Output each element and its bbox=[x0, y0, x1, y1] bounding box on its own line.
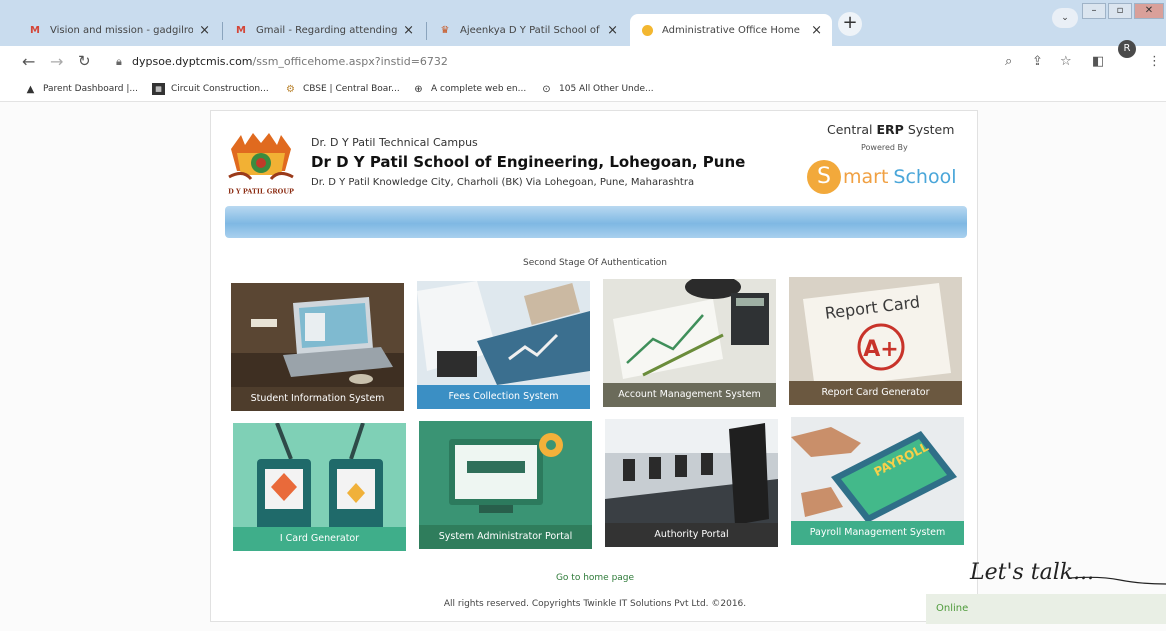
back-icon[interactable]: ← bbox=[22, 52, 35, 71]
tile-caption: Account Management System bbox=[603, 383, 776, 407]
tile-account-management-system[interactable]: Account Management System bbox=[603, 279, 776, 407]
dy-patil-logo: D Y PATIL GROUP bbox=[223, 131, 299, 197]
smart-school-logo: S mart School bbox=[807, 160, 957, 194]
school-crest-icon: ♛ bbox=[440, 24, 450, 36]
close-tab-icon[interactable]: × bbox=[607, 23, 618, 38]
bookmark-item[interactable]: ⊕ A complete web en... bbox=[412, 83, 526, 95]
browser-tab[interactable]: M Vision and mission - gadgilrohin × bbox=[18, 14, 220, 46]
close-tab-icon[interactable]: × bbox=[403, 23, 414, 38]
share-icon[interactable]: ⇪ bbox=[1032, 54, 1043, 69]
reload-icon[interactable]: ↻ bbox=[78, 52, 91, 70]
tile-payroll-management-system[interactable]: PAYROLL Payroll Management System bbox=[791, 417, 964, 545]
side-panel-icon[interactable]: ◧ bbox=[1092, 54, 1104, 69]
zoom-icon[interactable]: ⌕ bbox=[1005, 54, 1012, 69]
tab-separator bbox=[222, 22, 223, 40]
link-icon: ⊙ bbox=[542, 83, 551, 95]
bookmarks-bar: ▲ Parent Dashboard |... ▦ Circuit Constr… bbox=[0, 78, 1166, 102]
dashboard-icon: ▲ bbox=[26, 83, 35, 95]
erp-title: Central ERP System bbox=[827, 122, 955, 137]
tile-caption: Payroll Management System bbox=[791, 521, 964, 545]
profile-avatar[interactable]: R bbox=[1118, 40, 1136, 58]
report-card-grade: A+ bbox=[863, 337, 898, 362]
phet-icon: ▦ bbox=[152, 83, 165, 95]
globe-icon: ⊕ bbox=[414, 83, 423, 95]
tile-fees-collection-system[interactable]: Fees Collection System bbox=[417, 281, 590, 409]
go-to-home-link[interactable]: Go to home page bbox=[211, 573, 979, 583]
tile-system-administrator-portal[interactable]: System Administrator Portal bbox=[419, 421, 592, 549]
tile-report-card-generator[interactable]: Report Card A+ Report Card Generator bbox=[789, 277, 962, 405]
minimize-icon[interactable]: – bbox=[1082, 3, 1106, 19]
bookmark-item[interactable]: ▲ Parent Dashboard |... bbox=[24, 83, 138, 95]
copyright-text: All rights reserved. Copyrights Twinkle … bbox=[443, 599, 747, 609]
bookmark-item[interactable]: ⚙ CBSE | Central Boar... bbox=[284, 83, 400, 95]
close-window-icon[interactable]: ✕ bbox=[1134, 3, 1164, 19]
bookmark-item[interactable]: ⊙ 105 All Other Unde... bbox=[540, 83, 653, 95]
logo-caption: D Y PATIL GROUP bbox=[228, 188, 294, 196]
close-tab-icon[interactable]: × bbox=[199, 23, 210, 38]
address-bar[interactable]: dypsoe.dyptcmis.com/ssm_officehome.aspx?… bbox=[132, 55, 448, 68]
gmail-icon: M bbox=[30, 24, 40, 36]
new-tab-button[interactable]: + bbox=[838, 12, 862, 36]
tile-student-information-system[interactable]: Student Information System bbox=[231, 283, 404, 411]
powered-by-label: Powered By bbox=[861, 143, 908, 152]
tile-caption: System Administrator Portal bbox=[419, 525, 592, 549]
gmail-icon: M bbox=[236, 24, 246, 36]
office-home-panel: D Y PATIL GROUP Dr. D Y Patil Technical … bbox=[210, 110, 978, 622]
browser-tab-bar: M Vision and mission - gadgilrohin × M G… bbox=[0, 0, 1166, 46]
tile-i-card-generator[interactable]: I Card Generator bbox=[233, 423, 406, 551]
browser-tab[interactable]: M Gmail - Regarding attending the × bbox=[224, 14, 424, 46]
chat-status-bar[interactable]: Online bbox=[926, 594, 1166, 624]
cbse-icon: ⚙ bbox=[286, 83, 295, 95]
menu-icon[interactable]: ⋮ bbox=[1148, 54, 1161, 69]
tile-caption: Student Information System bbox=[231, 387, 404, 411]
chat-underline-decoration bbox=[1070, 576, 1166, 585]
tile-caption: Report Card Generator bbox=[789, 381, 962, 405]
loading-icon bbox=[640, 24, 654, 36]
lock-icon: 🔒︎ bbox=[116, 55, 122, 68]
bookmark-item[interactable]: ▦ Circuit Construction... bbox=[152, 83, 269, 95]
browser-tab-active[interactable]: Administrative Office Home × bbox=[630, 14, 832, 46]
header-banner-bar bbox=[225, 206, 967, 238]
tile-caption: Fees Collection System bbox=[417, 385, 590, 409]
tab-search-icon[interactable]: ⌄ bbox=[1052, 8, 1078, 28]
campus-name: Dr. D Y Patil Technical Campus bbox=[311, 136, 478, 149]
browser-toolbar: ← → ↻ 🔒︎ dypsoe.dyptcmis.com/ssm_officeh… bbox=[0, 46, 1166, 78]
school-address: Dr. D Y Patil Knowledge City, Charholi (… bbox=[311, 177, 695, 188]
tab-separator bbox=[426, 22, 427, 40]
browser-tab[interactable]: ♛ Ajeenkya D Y Patil School of Eng × bbox=[428, 14, 628, 46]
forward-icon[interactable]: → bbox=[50, 52, 63, 71]
tile-caption: I Card Generator bbox=[233, 527, 406, 551]
tile-caption: Authority Portal bbox=[605, 523, 778, 547]
maximize-icon[interactable]: ▫ bbox=[1108, 3, 1132, 19]
school-name: Dr D Y Patil School of Engineering, Lohe… bbox=[311, 153, 746, 171]
tile-authority-portal[interactable]: Authority Portal bbox=[605, 419, 778, 547]
close-tab-icon[interactable]: × bbox=[811, 23, 822, 38]
bookmark-star-icon[interactable]: ☆ bbox=[1060, 54, 1072, 69]
stage-label: Second Stage Of Authentication bbox=[522, 258, 668, 268]
chat-status-label: Online bbox=[936, 603, 969, 614]
